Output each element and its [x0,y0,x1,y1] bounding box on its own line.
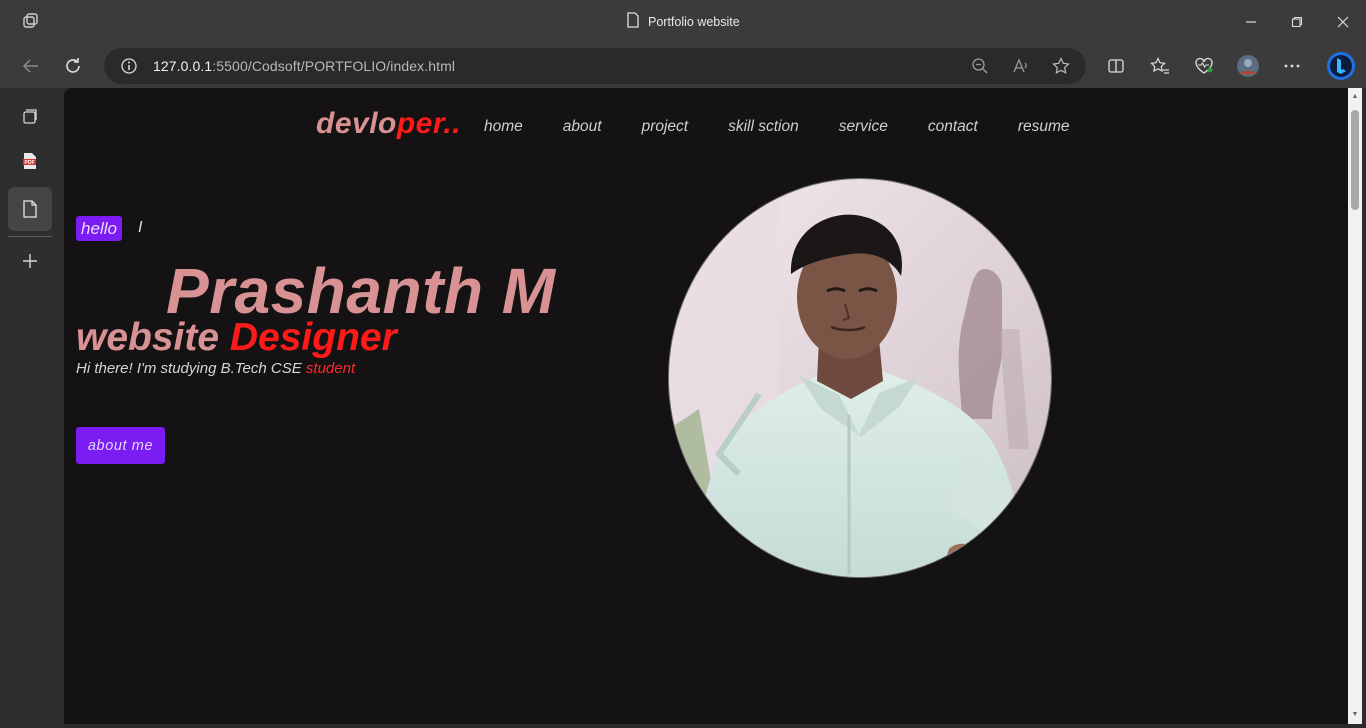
vertical-tab-sidebar: PDF [0,88,64,728]
role-part2: Designer [229,316,397,359]
title-bar: Portfolio website [0,0,1366,44]
nav-link-skill[interactable]: skill sction [728,118,799,136]
active-tab-portfolio[interactable] [8,187,52,231]
site-logo[interactable]: devloper.. [316,107,461,141]
page-scrollbar[interactable]: ▲ ▼ [1348,88,1362,724]
url-path: :5500/Codsoft/PORTFOLIO/index.html [212,58,456,74]
back-button[interactable] [18,54,44,78]
address-bar[interactable]: 127.0.0.1:5500/Codsoft/PORTFOLIO/index.h… [104,48,1086,84]
close-button[interactable] [1320,0,1366,44]
window-title-text: Portfolio website [648,14,740,29]
pdf-tab[interactable]: PDF [8,139,52,183]
tagline-part1: Hi there! I'm studying B.Tech CSE [76,360,306,377]
read-aloud-icon[interactable] [1011,56,1031,76]
favorite-star-icon[interactable] [1051,56,1071,76]
site-info-icon[interactable] [119,56,139,76]
workspaces-icon[interactable] [20,12,40,32]
nav-link-contact[interactable]: contact [928,118,978,136]
hero-role: website Designer [76,316,397,360]
profile-photo [668,178,1052,578]
more-options-icon[interactable] [1280,54,1304,78]
refresh-button[interactable] [60,54,86,78]
nav-link-about[interactable]: about [563,118,602,136]
restore-button[interactable] [1274,0,1320,44]
logo-part1: devlo [316,107,397,140]
tagline-part2: student [305,360,356,377]
browser-toolbar: 127.0.0.1:5500/Codsoft/PORTFOLIO/index.h… [0,44,1366,88]
hero-tagline: Hi there! I'm studying B.Tech CSE studen… [76,360,355,377]
browser-essentials-icon[interactable] [1192,54,1216,78]
zoom-out-icon[interactable] [970,56,990,76]
new-tab-button[interactable] [8,239,52,283]
nav-link-home[interactable]: home [484,118,523,136]
split-screen-icon[interactable] [1104,54,1128,78]
page-viewport: devloper.. home about project skill scti… [64,88,1348,724]
nav-link-project[interactable]: project [642,118,689,136]
nav-link-service[interactable]: service [839,118,888,136]
scroll-down-arrow[interactable]: ▼ [1351,711,1359,719]
site-nav: home about project skill sction service … [484,118,1070,136]
scroll-up-arrow[interactable]: ▲ [1351,93,1359,101]
page-icon [626,12,640,31]
window-title: Portfolio website [626,12,740,31]
sidebar-divider [8,236,52,237]
scroll-thumb[interactable] [1351,110,1359,210]
url-host: 127.0.0.1 [153,58,213,74]
nav-link-resume[interactable]: resume [1018,118,1070,136]
about-me-button[interactable]: about me [76,427,165,464]
hello-badge: hello [76,216,122,241]
minimize-button[interactable] [1228,0,1274,44]
profile-avatar[interactable] [1236,54,1260,78]
favorites-icon[interactable] [1148,54,1172,78]
url-text[interactable]: 127.0.0.1:5500/Codsoft/PORTFOLIO/index.h… [153,58,455,74]
typing-cursor: I [138,219,143,236]
role-part1: website [76,316,230,359]
copilot-bing-icon[interactable] [1326,50,1356,82]
tab-actions-button[interactable] [8,95,52,139]
logo-part2: per.. [396,107,462,140]
svg-text:PDF: PDF [25,160,35,166]
